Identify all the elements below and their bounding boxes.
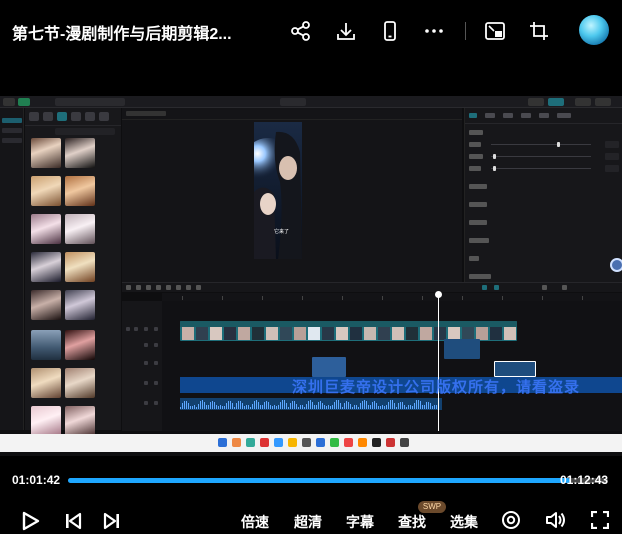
danmaku-button[interactable] (499, 508, 523, 532)
selected-audio-clip (494, 361, 536, 377)
windows-taskbar (0, 434, 622, 452)
progress-bar[interactable] (68, 478, 608, 483)
skip-next-icon (103, 512, 119, 530)
episodes-button[interactable]: 选集 (450, 512, 478, 532)
preview-caption: 它来了 (274, 229, 290, 235)
speed-button[interactable]: 倍速 (241, 512, 269, 532)
video-clip-strip (180, 321, 517, 341)
playhead-handle (435, 291, 442, 298)
quality-button[interactable]: 超清 (294, 512, 322, 532)
timeline-toolbar (122, 282, 622, 292)
video-title: 第七节-漫剧制作与后期剪辑2... (12, 26, 232, 43)
previous-button[interactable] (60, 508, 86, 534)
top-bar: 第七节-漫剧制作与后期剪辑2... (0, 0, 622, 62)
timeline-playhead (438, 293, 439, 431)
total-time: 01:12:43 (560, 473, 609, 487)
editor-preview-player: 它来了 (122, 108, 462, 290)
preview-poster-image (254, 122, 302, 259)
play-button[interactable] (16, 508, 44, 534)
editor-properties-panel (464, 108, 622, 288)
crop-icon[interactable] (526, 18, 552, 44)
editor-menu-bar (0, 96, 622, 108)
phone-icon[interactable] (377, 18, 403, 44)
video-player-frame[interactable]: 它来了 深圳巨麦帝设计公司版权所有，请看盗录 (0, 96, 622, 456)
fullscreen-icon (591, 511, 609, 529)
current-time: 01:01:42 (12, 473, 61, 487)
share-icon[interactable] (288, 18, 314, 44)
effect-clip (312, 357, 346, 377)
audio-clip (444, 339, 480, 359)
timeline-tracks (122, 301, 622, 431)
media-library-panel (25, 108, 121, 436)
next-button[interactable] (99, 508, 125, 534)
watermark-text: 深圳巨麦帝设计公司版权所有，请看盗录 (292, 379, 581, 396)
play-icon (22, 511, 40, 531)
subtitle-button[interactable]: 字幕 (346, 512, 374, 532)
avatar[interactable] (579, 15, 609, 45)
search-badge: SWP (418, 501, 446, 513)
toolbar-separator (465, 22, 466, 40)
progress-fill (68, 478, 571, 483)
search-button[interactable]: 查找 (398, 512, 426, 532)
editor-side-nav (0, 108, 24, 430)
pip-icon[interactable] (482, 18, 508, 44)
fullscreen-button[interactable] (588, 508, 612, 532)
floating-assist-button (610, 258, 622, 272)
more-icon[interactable] (421, 18, 447, 44)
volume-icon (546, 512, 565, 528)
download-icon[interactable] (333, 18, 359, 44)
volume-button[interactable] (543, 508, 569, 532)
target-icon (502, 511, 520, 529)
skip-previous-icon (66, 512, 82, 530)
timeline-ruler (162, 293, 622, 301)
audio-waveform (180, 398, 442, 410)
